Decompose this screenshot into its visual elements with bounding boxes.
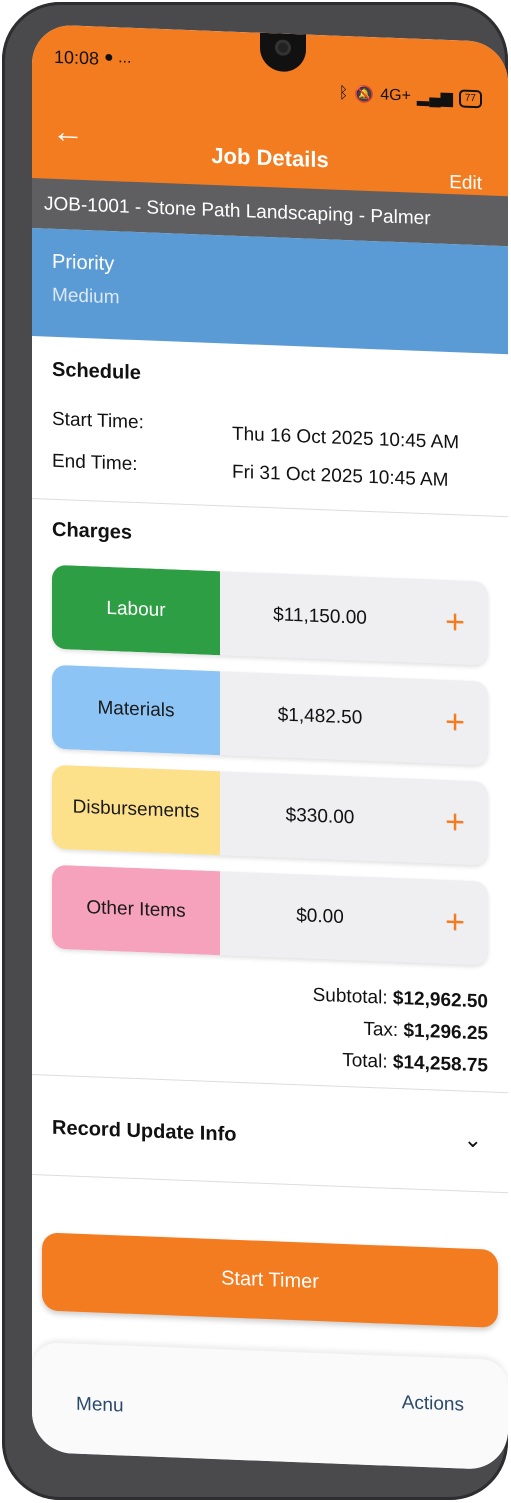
subtotal-value: $12,962.50 (392, 987, 488, 1013)
signal-icon: ▂▄▆ (416, 88, 453, 108)
end-time-label: End Time: (52, 450, 138, 476)
network-label: 4G+ (380, 86, 411, 105)
status-notification-icons: ● ... (104, 48, 132, 67)
end-time-value: Fri 31 Oct 2025 10:45 AM (232, 461, 449, 492)
charge-amount: $330.00 (285, 804, 355, 829)
total-value: $14,258.75 (392, 1051, 488, 1077)
add-other-items-button[interactable]: + (438, 880, 472, 965)
total-line: Total: $14,258.75 (313, 1049, 488, 1088)
subtotal-label: Subtotal: (312, 984, 388, 1009)
start-time-value: Thu 16 Oct 2025 10:45 AM (232, 423, 460, 454)
start-time-label: Start Time: (52, 408, 144, 434)
divider (32, 498, 508, 518)
priority-value: Medium (52, 284, 120, 309)
mute-icon: 🔕 (354, 86, 375, 105)
job-header-text: JOB-1001 - Stone Path Landscaping - Palm… (44, 193, 431, 230)
phone-frame: 10:08 ● ... ᛒ 🔕 4G+ ▂▄▆ 77 ← Job Details… (2, 2, 508, 1500)
charge-amount: $1,482.50 (277, 704, 363, 729)
add-materials-button[interactable]: + (438, 680, 472, 765)
tax-value: $1,296.25 (403, 1020, 488, 1045)
app-screen: 10:08 ● ... ᛒ 🔕 4G+ ▂▄▆ 77 ← Job Details… (32, 24, 508, 1471)
chevron-down-icon[interactable]: ⌄ (464, 1127, 482, 1154)
status-time: 10:08 (54, 46, 100, 69)
add-labour-button[interactable]: + (438, 580, 472, 665)
charge-row-labour[interactable]: Labour $11,150.00 + (52, 564, 488, 666)
battery-icon: 77 (458, 89, 482, 109)
page-title: Job Details (211, 142, 329, 173)
charge-row-disbursements[interactable]: Disbursements $330.00 + (52, 764, 488, 866)
status-icons: ᛒ 🔕 4G+ ▂▄▆ 77 (339, 84, 482, 110)
tax-label: Tax: (363, 1018, 399, 1042)
bottom-bar: Menu Actions (32, 1342, 508, 1471)
charge-label: Disbursements (52, 764, 220, 856)
charge-label: Materials (52, 664, 220, 756)
total-label: Total: (342, 1049, 388, 1073)
charge-row-materials[interactable]: Materials $1,482.50 + (52, 664, 488, 766)
priority-label: Priority (52, 250, 115, 276)
bluetooth-icon: ᛒ (338, 84, 349, 103)
schedule-title: Schedule (52, 358, 141, 385)
charge-row-other-items[interactable]: Other Items $0.00 + (52, 864, 488, 966)
totals-block: Subtotal: $12,962.50 Tax: $1,296.25 Tota… (313, 985, 488, 1088)
charge-amount: $11,150.00 (273, 604, 367, 629)
charges-title: Charges (52, 518, 133, 544)
actions-button[interactable]: Actions (402, 1392, 464, 1416)
priority-panel: Priority Medium (32, 228, 508, 355)
charge-label: Other Items (52, 864, 220, 956)
start-timer-button[interactable]: Start Timer (42, 1232, 498, 1328)
charge-amount: $0.00 (296, 905, 344, 928)
edit-button[interactable]: Edit (449, 172, 482, 195)
charge-label: Labour (52, 564, 220, 656)
menu-button[interactable]: Menu (76, 1394, 124, 1418)
record-update-info-label: Record Update Info (52, 1116, 237, 1146)
record-update-info-row[interactable]: Record Update Info ⌄ (32, 1076, 508, 1190)
add-disbursements-button[interactable]: + (438, 780, 472, 865)
